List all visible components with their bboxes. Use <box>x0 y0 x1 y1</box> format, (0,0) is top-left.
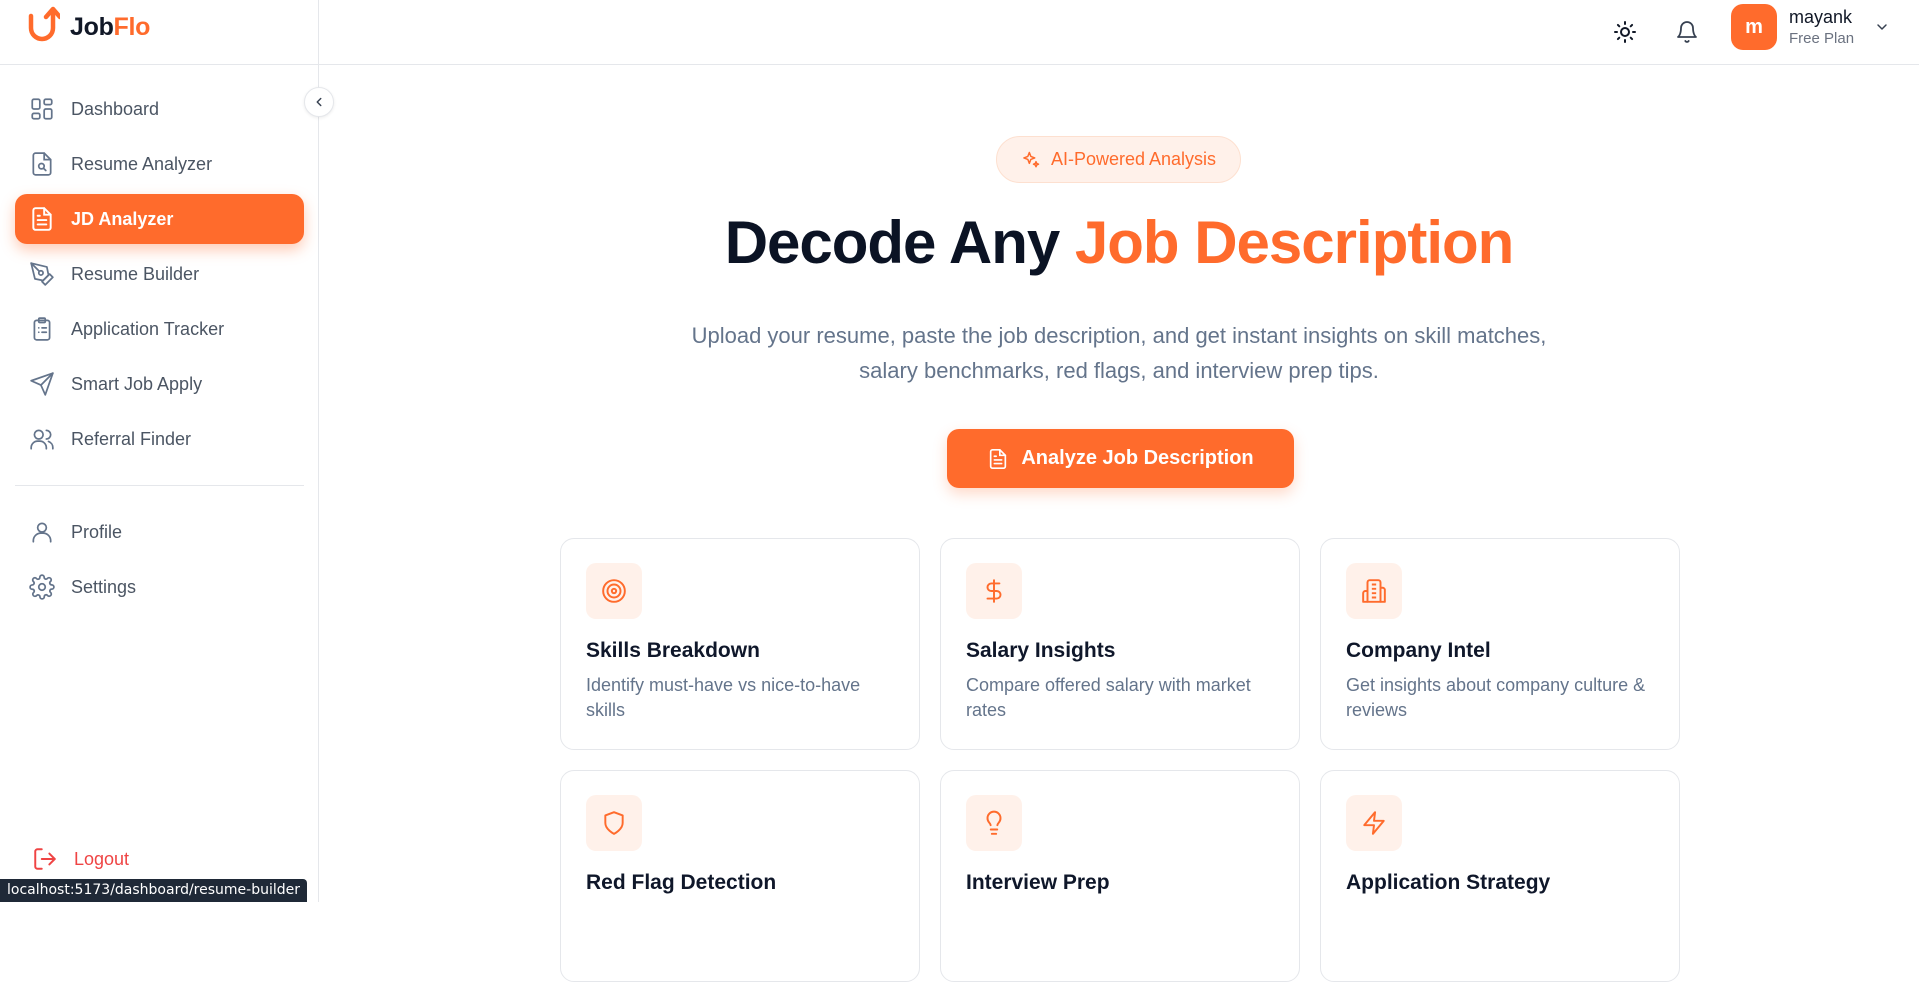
sidebar-item-label: Settings <box>71 576 137 597</box>
sidebar-item-resume-analyzer[interactable]: Resume Analyzer <box>15 139 304 189</box>
sidebar-item-label: Dashboard <box>71 98 160 119</box>
file-text-icon <box>990 448 1007 469</box>
feature-card-skills: Skills Breakdown Identify must-have vs n… <box>560 538 920 750</box>
card-icon-wrap <box>1346 795 1402 851</box>
lightbulb-icon <box>986 810 1002 835</box>
ai-badge: AI-Powered Analysis <box>996 136 1241 183</box>
top-bar: m mayank Free Plan <box>319 0 1919 65</box>
sidebar-secondary-nav: Profile Settings <box>15 507 304 617</box>
sidebar-nav: Dashboard Resume Analyzer JD Analyzer Re… <box>15 84 304 469</box>
user-icon <box>32 522 52 543</box>
logo-mark-icon <box>26 4 63 51</box>
user-name: mayank <box>1789 7 1853 27</box>
analyze-jd-button-label: Analyze Job Description <box>1021 447 1254 469</box>
card-title: Interview Prep <box>966 871 1110 894</box>
chevron-left-icon <box>316 97 322 107</box>
feature-card-salary: Salary Insights Compare offered salary w… <box>940 538 1300 750</box>
feature-card-interview: Interview Prep <box>940 770 1300 982</box>
sidebar-divider <box>15 485 304 486</box>
brand-name: JobFlo <box>70 12 151 41</box>
building-icon <box>1362 579 1386 603</box>
sidebar-item-label: Resume Builder <box>71 263 200 284</box>
gear-icon <box>29 574 55 600</box>
bell-icon <box>1677 21 1697 43</box>
sidebar-item-label: Referral Finder <box>71 428 192 449</box>
sun-icon <box>1614 21 1636 43</box>
zap-icon <box>1363 811 1385 835</box>
sidebar-item-profile[interactable]: Profile <box>15 507 304 557</box>
pen-tool-icon <box>30 262 54 286</box>
card-title: Company Intel <box>1346 639 1491 662</box>
card-title: Red Flag Detection <box>586 871 777 894</box>
feature-card-strategy: Application Strategy <box>1320 770 1680 982</box>
file-text-icon <box>32 207 52 231</box>
notifications-button[interactable] <box>1665 10 1709 54</box>
card-icon-wrap <box>966 563 1022 619</box>
chevron-down-icon <box>1877 24 1887 30</box>
sidebar-item-label: Resume Analyzer <box>71 153 213 174</box>
sidebar-item-jd-analyzer[interactable]: JD Analyzer <box>15 194 304 244</box>
send-icon <box>30 372 54 396</box>
logout-label: Logout <box>74 848 130 869</box>
shield-icon <box>604 811 624 835</box>
card-description: Get insights about company culture & rev… <box>1346 675 1646 720</box>
logout-icon <box>34 848 56 870</box>
target-icon <box>602 579 626 603</box>
theme-toggle-button[interactable] <box>1603 10 1647 54</box>
brand-logo[interactable]: JobFlo <box>26 4 150 50</box>
sidebar-item-referral-finder[interactable]: Referral Finder <box>15 414 304 464</box>
logout-button[interactable]: Logout <box>32 846 129 872</box>
sidebar-item-settings[interactable]: Settings <box>15 562 304 612</box>
card-icon-wrap <box>586 795 642 851</box>
feature-card-red-flags: Red Flag Detection <box>560 770 920 982</box>
sidebar-item-label: Application Tracker <box>71 318 225 339</box>
layout-grid-icon <box>31 98 53 120</box>
sidebar-item-dashboard[interactable]: Dashboard <box>15 84 304 134</box>
clipboard-list-icon <box>33 317 51 341</box>
user-info: mayank Free Plan <box>1789 7 1854 47</box>
avatar: m <box>1731 4 1777 50</box>
sidebar-item-label: JD Analyzer <box>71 208 174 229</box>
card-description: Compare offered salary with market rates <box>966 675 1251 720</box>
card-title: Application Strategy <box>1346 871 1551 894</box>
feature-card-company: Company Intel Get insights about company… <box>1320 538 1680 750</box>
dollar-icon <box>986 579 1002 603</box>
card-title: Skills Breakdown <box>586 639 760 662</box>
main-content: AI-Powered Analysis Decode Any Job Descr… <box>319 65 1919 982</box>
sidebar-item-label: Profile <box>71 521 123 542</box>
card-icon-wrap <box>1346 563 1402 619</box>
sparkles-icon <box>1023 151 1040 167</box>
sidebar-header-divider <box>0 64 319 65</box>
card-icon-wrap <box>586 563 642 619</box>
sidebar-item-resume-builder[interactable]: Resume Builder <box>15 249 304 299</box>
user-menu[interactable]: m mayank Free Plan <box>1731 2 1890 52</box>
card-icon-wrap <box>966 795 1022 851</box>
page-title: Decode Any Job Description <box>724 209 1515 276</box>
card-title: Salary Insights <box>966 639 1116 662</box>
sidebar: JobFlo Dashboard Resume Analyzer JD Anal… <box>0 0 319 902</box>
sidebar-collapse-button[interactable] <box>304 87 334 117</box>
user-plan: Free Plan <box>1789 30 1855 47</box>
sidebar-item-application-tracker[interactable]: Application Tracker <box>15 304 304 354</box>
analyze-jd-button[interactable]: Analyze Job Description <box>947 429 1294 488</box>
sidebar-item-label: Smart Job Apply <box>71 373 203 394</box>
status-bar-url: localhost:5173/dashboard/resume-builder <box>0 879 308 902</box>
sidebar-item-smart-job-apply[interactable]: Smart Job Apply <box>15 359 304 409</box>
page-subtitle: Upload your resume, paste the job descri… <box>691 323 1547 383</box>
ai-badge-label: AI-Powered Analysis <box>1050 149 1217 169</box>
file-search-icon <box>32 152 52 176</box>
users-icon <box>30 429 54 450</box>
card-description: Identify must-have vs nice-to-have skill… <box>586 675 861 720</box>
